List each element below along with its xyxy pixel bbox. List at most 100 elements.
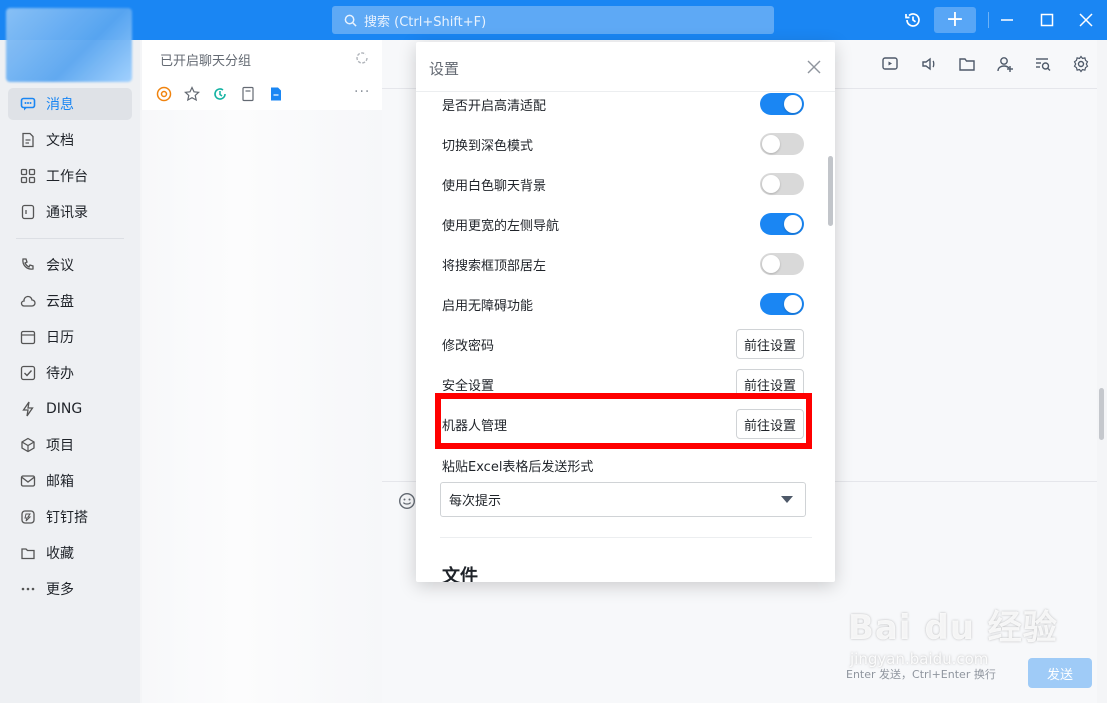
todo-icon <box>20 365 36 381</box>
sidebar: 消息 文档 工作台 通讯录 会议 云盘 日历 待办 DING 项目 邮箱 钉钉搭… <box>0 40 140 703</box>
sidebar-item-label: 通讯录 <box>46 205 88 221</box>
setting-label: 使用更宽的左侧导航 <box>442 218 560 234</box>
add-member-icon[interactable] <box>995 54 1015 74</box>
refresh-icon[interactable] <box>354 50 370 70</box>
sidebar-item-label: 会议 <box>46 258 74 274</box>
plus-icon: + <box>945 7 965 32</box>
white-bg-toggle[interactable] <box>760 173 804 195</box>
dialog-close-icon[interactable] <box>805 58 823 76</box>
search-input[interactable]: 搜索 (Ctrl+Shift+F) <box>332 6 774 34</box>
dark-mode-toggle[interactable] <box>760 133 804 155</box>
paste-format-select[interactable]: 每次提示 <box>440 482 806 517</box>
section-title-files: 文件 <box>442 566 478 582</box>
live-icon[interactable] <box>880 54 900 74</box>
sidebar-item-more[interactable]: 更多 <box>8 573 132 605</box>
watermark-logo: Bai du 经验 <box>848 608 1058 648</box>
folder-icon[interactable] <box>957 54 977 74</box>
dialog-title: 设置 <box>429 60 460 78</box>
emoji-icon[interactable] <box>398 492 416 514</box>
accessibility-toggle[interactable] <box>760 293 804 315</box>
sidebar-item-label: 项目 <box>46 438 74 454</box>
wide-nav-toggle[interactable] <box>760 213 804 235</box>
minimize-icon[interactable] <box>995 8 1019 32</box>
sidebar-item-build[interactable]: 钉钉搭 <box>8 501 132 533</box>
sidebar-item-meeting[interactable]: 会议 <box>8 249 132 281</box>
setting-label: 安全设置 <box>442 378 495 394</box>
close-icon[interactable] <box>1074 8 1098 32</box>
sidebar-item-docs[interactable]: 文档 <box>8 124 132 156</box>
doc-blue-icon[interactable] <box>268 86 284 102</box>
dialog-scrollbar[interactable] <box>828 156 833 226</box>
setting-label: 切换到深色模式 <box>442 138 534 154</box>
sidebar-item-project[interactable]: 项目 <box>8 429 132 461</box>
add-button[interactable]: + <box>934 7 976 33</box>
setting-row-wide-nav: 使用更宽的左侧导航 <box>442 204 804 244</box>
grid-icon <box>20 168 36 184</box>
sidebar-item-messages[interactable]: 消息 <box>8 88 132 120</box>
document-icon <box>20 132 36 148</box>
phone-icon <box>20 257 36 273</box>
chat-scrollbar[interactable] <box>1099 388 1104 440</box>
sidebar-item-label: 收藏 <box>46 546 74 562</box>
sidebar-item-label: 云盘 <box>46 294 74 310</box>
setting-label: 启用无障碍功能 <box>442 298 534 314</box>
project-icon <box>20 437 36 453</box>
cloud-icon <box>20 293 36 309</box>
sidebar-item-label: 待办 <box>46 366 74 382</box>
select-value: 每次提示 <box>449 494 502 509</box>
search-history-icon[interactable] <box>1033 54 1053 74</box>
filter-bar <box>156 86 284 102</box>
setting-row-dark-mode: 切换到深色模式 <box>442 124 804 164</box>
group-title: 已开启聊天分组 <box>160 54 252 69</box>
setting-label: 将搜索框顶部居左 <box>442 258 547 274</box>
more-icon <box>20 581 36 597</box>
conversation-items-blurred <box>142 110 382 703</box>
setting-label: 是否开启高清适配 <box>442 98 547 114</box>
sidebar-divider <box>16 238 124 239</box>
sidebar-item-ding[interactable]: DING <box>8 393 132 425</box>
sidebar-item-mail[interactable]: 邮箱 <box>8 465 132 497</box>
sidebar-item-label: 日历 <box>46 330 74 346</box>
more-filters-button[interactable]: ··· <box>354 84 370 100</box>
message-icon <box>20 96 36 112</box>
setting-row-search-left: 将搜索框顶部居左 <box>442 244 804 284</box>
setting-row-accessibility: 启用无障碍功能 <box>442 284 804 324</box>
settings-dialog: 设置 是否开启高清适配 切换到深色模式 使用白色聊天背景 使用更宽的左侧导航 将… <box>416 42 835 582</box>
star-icon[interactable] <box>184 86 200 102</box>
conversation-list: 已开启聊天分组 ··· <box>142 40 382 703</box>
sidebar-item-calendar[interactable]: 日历 <box>8 321 132 353</box>
paste-excel-label: 粘贴Excel表格后发送形式 <box>442 460 594 475</box>
sidebar-item-favorites[interactable]: 收藏 <box>8 537 132 569</box>
search-left-toggle[interactable] <box>760 253 804 275</box>
send-button[interactable]: 发送 <box>1028 658 1092 688</box>
change-password-button[interactable]: 前往设置 <box>735 329 804 359</box>
settings-gear-icon[interactable] <box>1071 54 1091 74</box>
bolt-icon <box>20 401 36 417</box>
search-icon <box>344 14 357 27</box>
setting-row-password: 修改密码 前往设置 <box>442 324 804 364</box>
search-placeholder: 搜索 (Ctrl+Shift+F) <box>364 14 487 30</box>
maximize-icon[interactable] <box>1035 8 1059 32</box>
hd-toggle[interactable] <box>760 93 804 115</box>
avatar[interactable] <box>6 8 132 82</box>
sync-icon[interactable] <box>212 86 228 102</box>
sidebar-item-label: 更多 <box>46 582 74 598</box>
sidebar-item-contacts[interactable]: 通讯录 <box>8 196 132 228</box>
favorite-icon <box>20 545 36 561</box>
sidebar-item-workbench[interactable]: 工作台 <box>8 160 132 192</box>
mail-icon <box>20 473 36 489</box>
title-bar: 搜索 (Ctrl+Shift+F) + <box>0 0 1107 40</box>
caret-down-icon <box>781 496 793 503</box>
sidebar-item-label: 工作台 <box>46 169 88 185</box>
sidebar-item-cloud[interactable]: 云盘 <box>8 285 132 317</box>
sidebar-item-label: 文档 <box>46 133 74 149</box>
sidebar-item-todo[interactable]: 待办 <box>8 357 132 389</box>
speaker-icon[interactable] <box>919 54 939 74</box>
sidebar-item-label: 消息 <box>46 97 74 113</box>
setting-label: 使用白色聊天背景 <box>442 178 547 194</box>
mention-icon[interactable] <box>156 86 172 102</box>
sidebar-item-label: 钉钉搭 <box>46 510 88 526</box>
history-icon[interactable] <box>901 8 925 32</box>
file-icon[interactable] <box>240 86 256 102</box>
build-icon <box>20 509 36 525</box>
